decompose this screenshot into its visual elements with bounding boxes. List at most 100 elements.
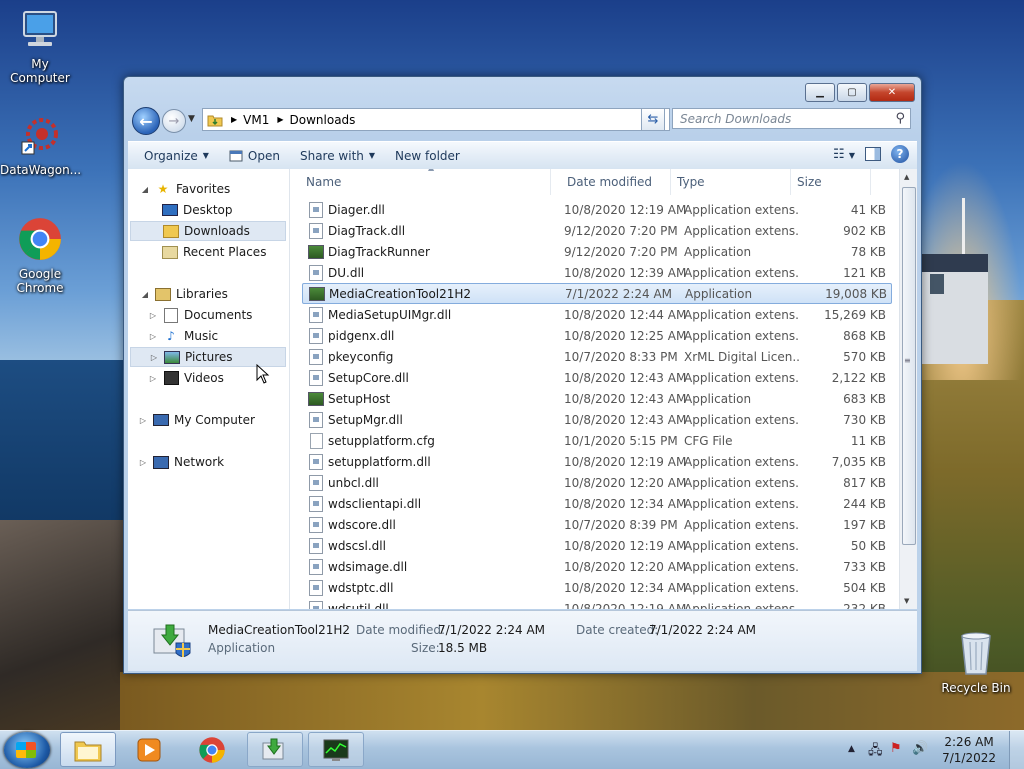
navigation-pane: ◢ ★ Favorites Desktop Downloads Recent P… bbox=[128, 169, 290, 609]
address-bar[interactable]: ▶ VM1 ▶ Downloads ▼ bbox=[202, 108, 670, 131]
network-tray-icon[interactable]: 🖧 bbox=[868, 741, 883, 763]
scroll-up-icon[interactable]: ▲ bbox=[904, 173, 909, 181]
clock[interactable]: 2:26 AM 7/1/2022 bbox=[942, 734, 996, 766]
breadcrumb-downloads[interactable]: Downloads bbox=[290, 113, 356, 127]
file-row[interactable]: wdsutil.dll 10/8/2020 12:19 AM Application… bbox=[302, 598, 892, 609]
file-row[interactable]: pidgenx.dll 10/8/2020 12:25 AM Application… bbox=[302, 325, 892, 346]
file-row[interactable]: unbcl.dll 10/8/2020 12:20 AM Application e… bbox=[302, 472, 892, 493]
file-row[interactable]: DU.dll 10/8/2020 12:39 AM Application exte… bbox=[302, 262, 892, 283]
nav-libraries-label: Libraries bbox=[176, 287, 228, 301]
desktop-icon-datawagon[interactable]: DataWagon... bbox=[0, 114, 81, 177]
show-hidden-icons-icon[interactable]: ▲ bbox=[848, 744, 855, 754]
file-row[interactable]: wdscsl.dll 10/8/2020 12:19 AM Application … bbox=[302, 535, 892, 556]
file-date-modified: 10/1/2020 5:15 PM bbox=[564, 433, 678, 448]
scrollbar-thumb[interactable] bbox=[902, 187, 916, 545]
organize-button[interactable]: Organize ▼ bbox=[134, 145, 219, 167]
expand-triangle-icon[interactable]: ▷ bbox=[138, 416, 148, 425]
file-row[interactable]: wdsimage.dll 10/8/2020 12:20 AM Applicatio… bbox=[302, 556, 892, 577]
new-folder-button[interactable]: New folder bbox=[385, 145, 470, 167]
forward-button[interactable]: → bbox=[162, 109, 186, 133]
show-desktop-button[interactable] bbox=[1009, 731, 1024, 769]
star-icon: ★ bbox=[157, 182, 169, 196]
column-header-date[interactable]: Date modified bbox=[551, 169, 671, 195]
taskbar-chrome-button[interactable] bbox=[184, 732, 240, 767]
taskbar-media-player-button[interactable] bbox=[121, 732, 177, 767]
close-button[interactable]: ✕ bbox=[869, 83, 915, 102]
search-input[interactable]: Search Downloads ⚲ bbox=[672, 108, 911, 129]
file-size: 244 KB bbox=[843, 496, 886, 511]
dll-file-icon bbox=[308, 306, 324, 323]
details-date-modified-label: Date modified: bbox=[356, 623, 446, 637]
nav-desktop[interactable]: Desktop bbox=[162, 200, 233, 220]
file-row[interactable]: setupplatform.cfg 10/1/2020 5:15 PM CFG Fi… bbox=[302, 430, 892, 451]
file-row[interactable]: DiagTrackRunner 9/12/2020 7:20 PM Applicat… bbox=[302, 241, 892, 262]
wallpaper-rocks bbox=[0, 520, 140, 730]
nav-downloads[interactable]: Downloads bbox=[130, 221, 286, 241]
file-row[interactable]: SetupCore.dll 10/8/2020 12:43 AM Applicati… bbox=[302, 367, 892, 388]
nav-libraries[interactable]: ◢ Libraries bbox=[140, 284, 228, 304]
nav-videos[interactable]: ▷ Videos bbox=[148, 368, 224, 388]
expand-triangle-icon[interactable]: ▷ bbox=[149, 353, 159, 362]
file-row[interactable]: SetupHost 10/8/2020 12:43 AM Application 68… bbox=[302, 388, 892, 409]
scroll-down-icon[interactable]: ▼ bbox=[904, 597, 909, 605]
windows-logo-icon bbox=[16, 742, 36, 758]
file-row[interactable]: wdscore.dll 10/7/2020 8:39 PM Application … bbox=[302, 514, 892, 535]
view-options-icon[interactable]: ☷ ▼ bbox=[833, 147, 855, 162]
minimize-button[interactable]: ▁ bbox=[805, 83, 835, 102]
breadcrumb-vm1[interactable]: VM1 bbox=[243, 113, 269, 127]
file-row[interactable]: wdstptc.dll 10/8/2020 12:34 AM Application… bbox=[302, 577, 892, 598]
chrome-icon bbox=[19, 218, 61, 260]
open-button[interactable]: Open bbox=[219, 145, 290, 167]
action-center-icon[interactable]: ⚑ bbox=[890, 741, 902, 756]
file-row[interactable]: MediaSetupUIMgr.dll 10/8/2020 12:44 AM App… bbox=[302, 304, 892, 325]
file-row[interactable]: Diager.dll 10/8/2020 12:19 AM Application … bbox=[302, 199, 892, 220]
column-header-name[interactable]: ▲ Name bbox=[290, 169, 551, 195]
file-type: Application bbox=[684, 244, 752, 259]
file-row[interactable]: pkeyconfig 10/7/2020 8:33 PM XrML Digital … bbox=[302, 346, 892, 367]
expand-triangle-icon[interactable]: ▷ bbox=[138, 458, 148, 467]
expand-triangle-icon[interactable]: ▷ bbox=[148, 311, 158, 320]
help-icon[interactable]: ? bbox=[891, 145, 909, 163]
column-header-size[interactable]: Size bbox=[791, 169, 871, 195]
file-row[interactable]: DiagTrack.dll 9/12/2020 7:20 PM Applicatio… bbox=[302, 220, 892, 241]
nav-documents[interactable]: ▷ Documents bbox=[148, 305, 252, 325]
expand-triangle-icon[interactable]: ▷ bbox=[148, 374, 158, 383]
share-with-button[interactable]: Share with ▼ bbox=[290, 145, 385, 167]
breadcrumb-separator-icon[interactable]: ▶ bbox=[231, 115, 237, 124]
collapse-triangle-icon[interactable]: ◢ bbox=[140, 290, 150, 299]
taskbar-media-creation-tool-button[interactable] bbox=[247, 732, 303, 767]
expand-triangle-icon[interactable]: ▷ bbox=[148, 332, 158, 341]
collapse-triangle-icon[interactable]: ◢ bbox=[140, 185, 150, 194]
desktop-icon-my-computer[interactable]: My Computer bbox=[0, 8, 80, 85]
start-button[interactable] bbox=[4, 732, 50, 768]
refresh-button[interactable]: ⇆ bbox=[641, 108, 665, 131]
nav-my-computer[interactable]: ▷ My Computer bbox=[138, 410, 255, 430]
clock-time: 2:26 AM bbox=[944, 735, 994, 749]
recent-pages-dropdown[interactable]: ▼ bbox=[188, 114, 195, 124]
preview-pane-icon[interactable] bbox=[865, 147, 881, 161]
nav-music[interactable]: ▷ ♪ Music bbox=[148, 326, 218, 346]
file-row[interactable]: MediaCreationTool21H2 7/1/2022 2:24 AM App… bbox=[302, 283, 892, 304]
taskbar-explorer-button[interactable] bbox=[60, 732, 116, 767]
view-controls: ☷ ▼ ? bbox=[833, 145, 909, 163]
nav-network[interactable]: ▷ Network bbox=[138, 452, 224, 472]
back-button[interactable]: ← bbox=[132, 107, 160, 135]
nav-my-computer-label: My Computer bbox=[174, 413, 255, 427]
desktop-icon-google-chrome[interactable]: Google Chrome bbox=[0, 216, 80, 295]
volume-icon[interactable]: 🔊 bbox=[912, 741, 928, 756]
nav-recent-places[interactable]: Recent Places bbox=[162, 242, 266, 262]
taskbar-task-manager-button[interactable] bbox=[308, 732, 364, 767]
maximize-button[interactable]: ▢ bbox=[837, 83, 867, 102]
file-name: DiagTrack.dll bbox=[328, 223, 406, 238]
column-header-type[interactable]: Type bbox=[671, 169, 791, 195]
file-row[interactable]: SetupMgr.dll 10/8/2020 12:43 AM Applicatio… bbox=[302, 409, 892, 430]
breadcrumb-separator-icon[interactable]: ▶ bbox=[277, 115, 283, 124]
search-icon[interactable]: ⚲ bbox=[895, 111, 905, 126]
file-row[interactable]: setupplatform.dll 10/8/2020 12:19 AM Appli… bbox=[302, 451, 892, 472]
file-date-modified: 7/1/2022 2:24 AM bbox=[565, 286, 673, 301]
file-row[interactable]: wdsclientapi.dll 10/8/2020 12:34 AM Applic… bbox=[302, 493, 892, 514]
vertical-scrollbar[interactable]: ▲ ≡ ▼ bbox=[899, 169, 917, 609]
file-type: Application extens... bbox=[684, 223, 800, 238]
nav-favorites[interactable]: ◢ ★ Favorites bbox=[140, 179, 230, 199]
desktop-icon-recycle-bin[interactable]: Recycle Bin bbox=[934, 630, 1018, 695]
